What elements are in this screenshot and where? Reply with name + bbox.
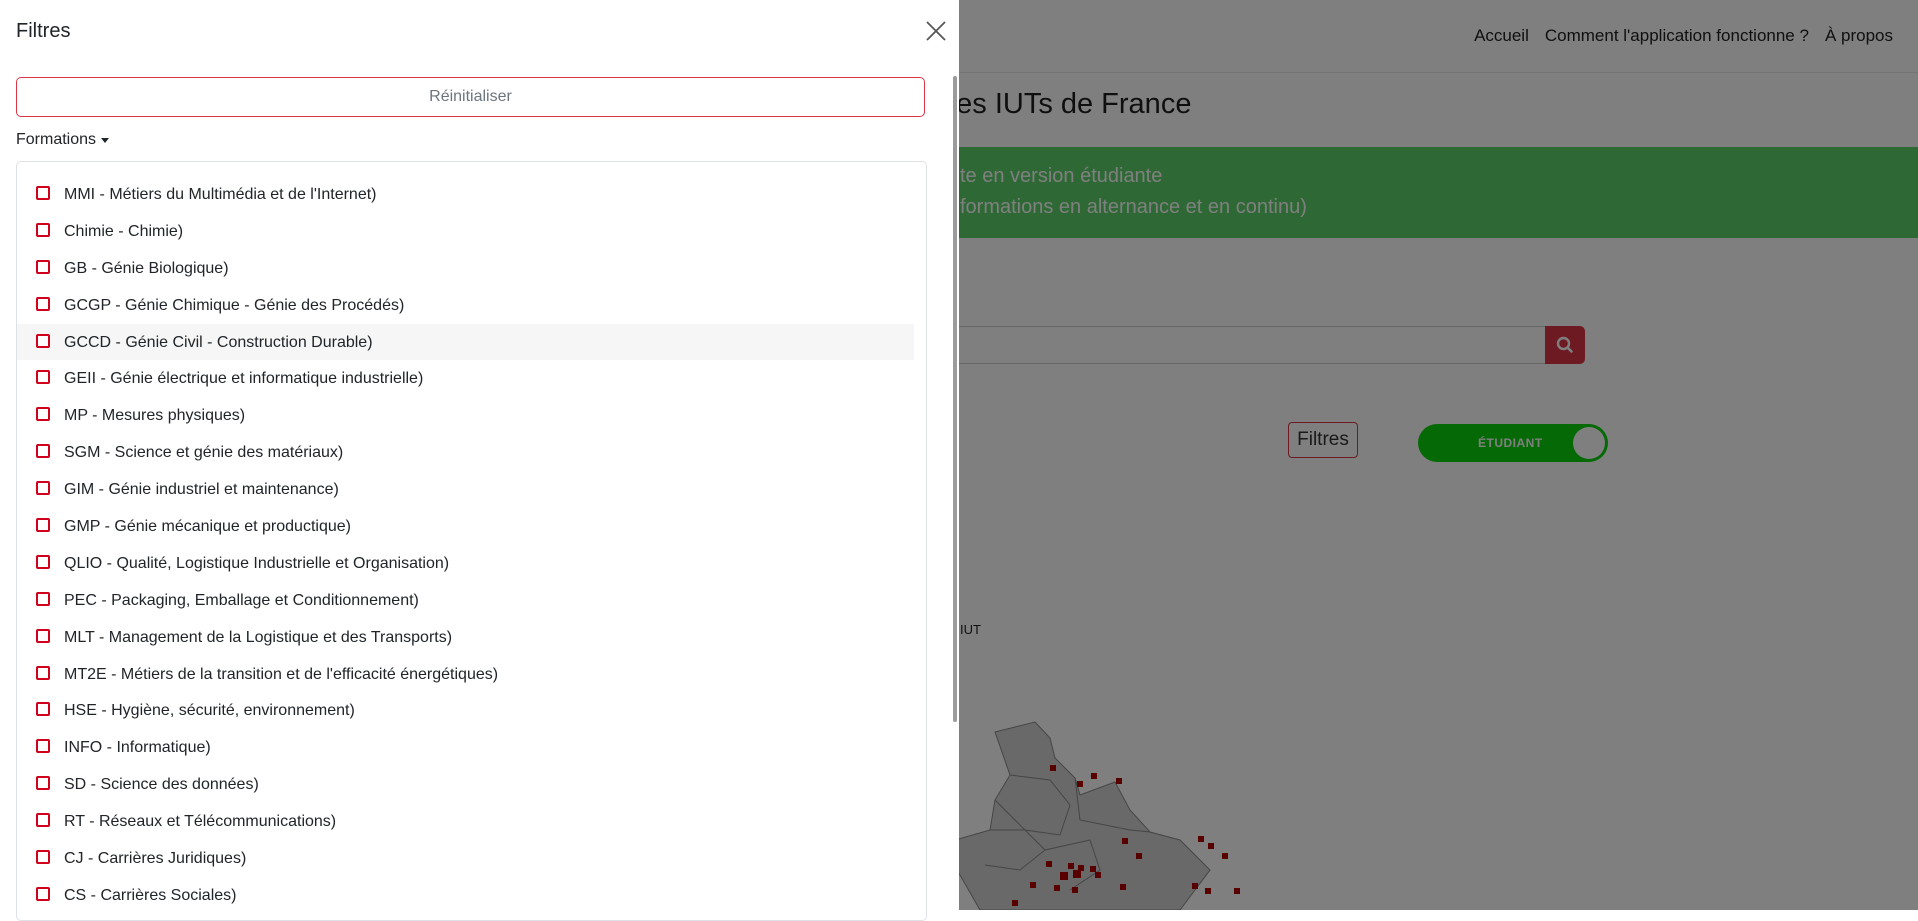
formation-label[interactable]: GCGP - Génie Chimique - Génie des Procéd… [64,297,404,315]
formation-label[interactable]: PEC - Packaging, Emballage et Conditionn… [64,592,419,610]
list-item[interactable]: MT2E - Métiers de la transition et de l'… [17,656,926,693]
list-item[interactable]: SD - Science des données) [17,766,926,803]
formation-checkbox[interactable] [36,554,50,569]
list-item[interactable]: RT - Réseaux et Télécommunications) [17,803,926,840]
formation-label[interactable]: GMP - Génie mécanique et productique) [64,518,351,536]
formation-checkbox[interactable] [36,296,50,311]
formation-label[interactable]: CJ - Carrières Juridiques) [64,850,246,868]
list-item[interactable]: MMI - Métiers du Multimédia et de l'Inte… [17,176,926,213]
list-item[interactable]: INFO - Informatique) [17,729,926,766]
formation-checkbox[interactable] [36,665,50,680]
close-icon[interactable] [923,18,949,44]
formation-label[interactable]: SD - Science des données) [64,776,259,794]
formation-label[interactable]: MMI - Métiers du Multimédia et de l'Inte… [64,186,377,204]
list-item[interactable]: CS - Carrières Sociales) [17,877,926,914]
list-item[interactable]: CJ - Carrières Juridiques) [17,840,926,877]
list-item[interactable]: PEC - Packaging, Emballage et Conditionn… [17,582,926,619]
formations-dropdown-toggle[interactable]: Formations [16,131,110,149]
offcanvas-title: Filtres [16,20,71,42]
formation-checkbox[interactable] [36,813,50,828]
formation-checkbox[interactable] [36,739,50,754]
list-item[interactable]: QLIO - Qualité, Logistique Industrielle … [17,545,926,582]
reset-button[interactable]: Réinitialiser [16,77,925,117]
formation-label[interactable]: MP - Mesures physiques) [64,407,245,425]
list-item[interactable]: GCGP - Génie Chimique - Génie des Procéd… [17,287,926,324]
list-item[interactable]: GEII - Génie électrique et informatique … [17,360,926,397]
formation-checkbox[interactable] [36,333,50,348]
list-item[interactable]: GMP - Génie mécanique et productique) [17,508,926,545]
formation-label[interactable]: GIM - Génie industriel et maintenance) [64,481,339,499]
formation-checkbox[interactable] [36,591,50,606]
filters-offcanvas: Filtres Réinitialiser Formations MMI - M… [0,0,959,921]
formation-checkbox[interactable] [36,886,50,901]
formations-list: MMI - Métiers du Multimédia et de l'Inte… [16,161,927,921]
formation-label[interactable]: RT - Réseaux et Télécommunications) [64,813,336,831]
caret-down-icon [101,137,110,143]
formation-checkbox[interactable] [36,222,50,237]
formations-label: Formations [16,131,97,148]
list-item[interactable]: GCCD - Génie Civil - Construction Durabl… [17,323,914,361]
list-item[interactable]: MP - Mesures physiques) [17,397,926,434]
list-item[interactable]: HSE - Hygiène, sécurité, environnement) [17,692,926,729]
formation-label[interactable]: MLT - Management de la Logistique et des… [64,629,452,647]
list-item[interactable]: SGM - Science et génie des matériaux) [17,434,926,471]
formation-label[interactable]: SGM - Science et génie des matériaux) [64,444,343,462]
list-item[interactable]: GIM - Génie industriel et maintenance) [17,471,926,508]
formation-label[interactable]: INFO - Informatique) [64,739,211,757]
formation-checkbox[interactable] [36,186,50,200]
list-item[interactable]: Chimie - Chimie) [17,213,926,250]
formation-checkbox[interactable] [36,407,50,422]
formation-checkbox[interactable] [36,850,50,865]
formation-label[interactable]: HSE - Hygiène, sécurité, environnement) [64,702,355,720]
formation-label[interactable]: GEII - Génie électrique et informatique … [64,370,423,388]
formation-checkbox[interactable] [36,444,50,459]
formation-label[interactable]: MT2E - Métiers de la transition et de l'… [64,666,498,684]
list-item[interactable]: GB - Génie Biologique) [17,250,926,287]
formation-checkbox[interactable] [36,518,50,533]
formation-checkbox[interactable] [36,628,50,643]
formation-label[interactable]: Chimie - Chimie) [64,223,183,241]
scrollbar[interactable] [953,76,957,722]
formation-checkbox[interactable] [36,702,50,717]
formation-checkbox[interactable] [36,259,50,274]
formation-checkbox[interactable] [36,370,50,385]
formations-items: MMI - Métiers du Multimédia et de l'Inte… [17,176,926,914]
formation-label[interactable]: GCCD - Génie Civil - Construction Durabl… [64,334,373,352]
formation-checkbox[interactable] [36,776,50,791]
list-item[interactable]: MLT - Management de la Logistique et des… [17,619,926,656]
formation-label[interactable]: GB - Génie Biologique) [64,260,229,278]
formation-checkbox[interactable] [36,481,50,496]
formation-label[interactable]: QLIO - Qualité, Logistique Industrielle … [64,555,449,573]
formation-label[interactable]: CS - Carrières Sociales) [64,887,236,905]
